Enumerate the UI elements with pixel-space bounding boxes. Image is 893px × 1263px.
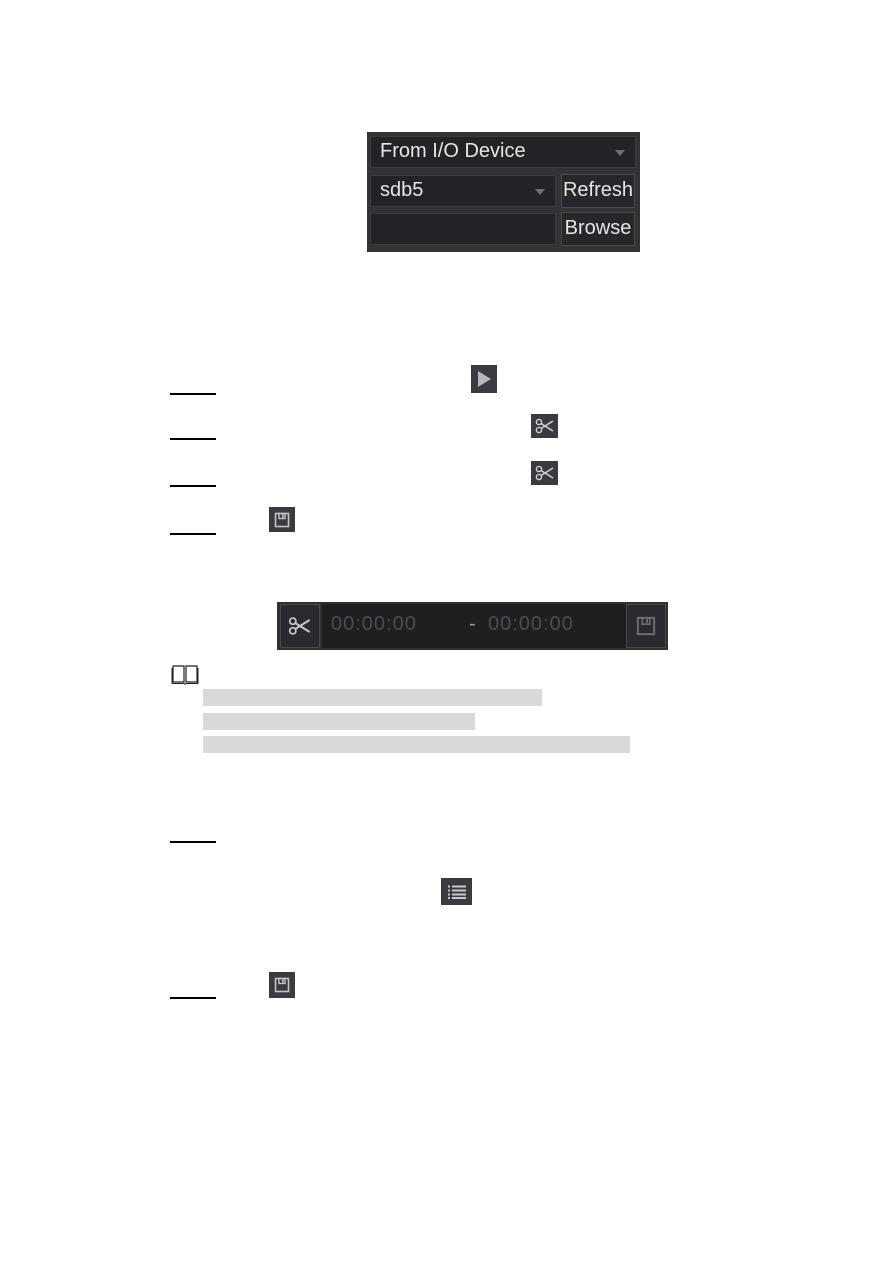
clip-time-separator: - xyxy=(469,613,477,635)
step-marker-1 xyxy=(170,393,216,395)
step-marker-2 xyxy=(170,438,216,440)
clip-toolbar: 00:00:00 - 00:00:00 xyxy=(277,602,668,650)
path-input[interactable] xyxy=(370,213,556,245)
save-icon xyxy=(269,507,295,532)
import-panel: From I/O Device sdb5 Refresh Browse xyxy=(367,132,640,252)
list-icon xyxy=(441,878,472,905)
scissors-icon xyxy=(288,617,311,635)
source-select[interactable]: From I/O Device xyxy=(370,136,636,168)
note-line-1 xyxy=(203,689,542,706)
source-select-value: From I/O Device xyxy=(380,140,526,162)
note-line-3 xyxy=(203,736,630,753)
step-marker-4 xyxy=(170,533,216,535)
note-line-2 xyxy=(203,713,475,730)
clip-button[interactable] xyxy=(280,604,320,648)
clip-start-time: 00:00:00 xyxy=(331,613,417,635)
chevron-down-icon xyxy=(615,150,625,156)
scissors-icon xyxy=(531,461,558,485)
save-icon xyxy=(636,616,656,636)
step-marker-6 xyxy=(170,997,216,999)
step-marker-5 xyxy=(170,841,216,843)
device-select-value: sdb5 xyxy=(380,179,424,201)
clip-time-range: 00:00:00 - 00:00:00 xyxy=(322,604,626,648)
save-icon xyxy=(269,972,295,998)
step-marker-3 xyxy=(170,485,216,487)
scissors-icon xyxy=(531,414,558,438)
chevron-down-icon xyxy=(535,189,545,195)
clip-end-time: 00:00:00 xyxy=(488,613,574,635)
book-icon xyxy=(171,663,199,690)
refresh-button[interactable]: Refresh xyxy=(561,174,635,208)
save-clip-button[interactable] xyxy=(626,604,666,648)
device-select[interactable]: sdb5 xyxy=(370,175,556,207)
play-icon xyxy=(471,365,497,393)
browse-button[interactable]: Browse xyxy=(561,212,635,246)
